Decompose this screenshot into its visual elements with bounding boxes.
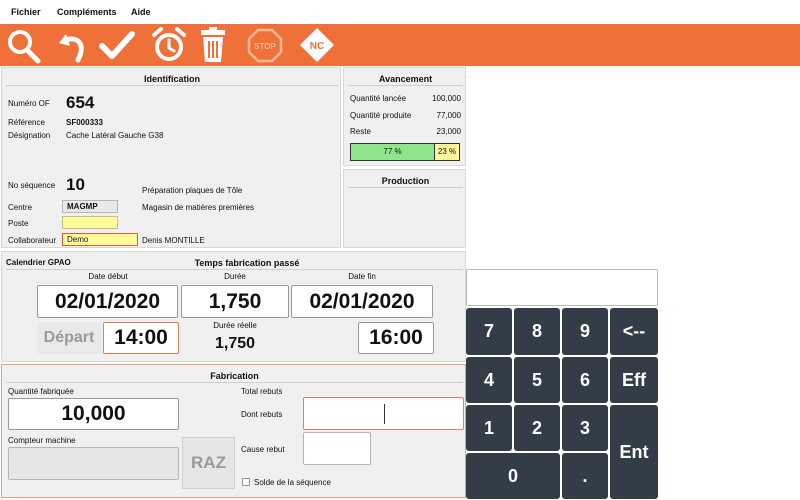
machine-counter-field[interactable]	[8, 447, 179, 480]
duration-label: Durée	[224, 272, 246, 281]
production-panel: Production	[343, 169, 466, 248]
decimal-key[interactable]: .	[562, 453, 608, 499]
collaborator-label: Collaborateur	[8, 236, 57, 245]
time-title: Temps fabrication passé	[194, 258, 300, 268]
centre-description: Magasin de matières premières	[142, 203, 255, 212]
progress-done-bar: 77 %	[350, 143, 435, 161]
centre-label: Centre	[8, 203, 33, 212]
fabrication-panel: Fabrication Quantité fabriquée 10,000 Co…	[1, 364, 466, 498]
reference-label: Référence	[8, 118, 45, 127]
key-4[interactable]: 4	[466, 357, 512, 403]
end-time-field[interactable]: 16:00	[358, 322, 434, 354]
svg-text:NC: NC	[310, 41, 324, 52]
divider	[6, 382, 463, 383]
end-date-label: Date fin	[348, 272, 376, 281]
trash-icon[interactable]	[194, 26, 232, 64]
key-3[interactable]: 3	[562, 405, 608, 451]
key-8[interactable]: 8	[514, 308, 560, 355]
nc-icon[interactable]: NC	[298, 26, 336, 64]
toolbar: STOP NC	[0, 24, 800, 66]
svg-text:STOP: STOP	[254, 42, 276, 51]
key-1[interactable]: 1	[466, 405, 512, 451]
sequence-label: No séquence	[8, 181, 56, 190]
start-time-field[interactable]: 14:00	[103, 322, 179, 354]
start-date-field[interactable]: 02/01/2020	[37, 285, 178, 318]
text-cursor	[384, 404, 385, 424]
clear-key[interactable]: Eff	[610, 357, 658, 403]
qty-launched-label: Quantité lancée	[350, 94, 407, 103]
qty-made-field[interactable]: 10,000	[8, 398, 179, 430]
machine-counter-label: Compteur machine	[8, 436, 76, 445]
divider	[348, 85, 463, 86]
key-6[interactable]: 6	[562, 357, 608, 403]
collaborator-name: Denis MONTILLE	[142, 236, 205, 245]
backspace-key[interactable]: <--	[610, 308, 658, 355]
avancement-panel: Avancement Quantité lancée 100,000 Quant…	[343, 67, 466, 166]
start-button[interactable]: Départ	[37, 322, 101, 354]
real-duration-value: 1,750	[214, 335, 256, 352]
search-icon[interactable]	[5, 26, 43, 64]
key-9[interactable]: 9	[562, 308, 608, 355]
sequence-value: 10	[66, 175, 85, 194]
duration-field[interactable]: 1,750	[181, 285, 289, 318]
remaining-label: Reste	[350, 127, 371, 136]
qty-launched-value: 100,000	[432, 94, 461, 103]
raz-button[interactable]: RAZ	[182, 437, 235, 489]
reject-cause-label: Cause rebut	[241, 445, 285, 454]
collaborator-field[interactable]: Demo	[62, 233, 138, 246]
start-date-label: Date début	[88, 272, 128, 281]
key-5[interactable]: 5	[514, 357, 560, 403]
designation-label: Désignation	[8, 131, 51, 140]
progress-remaining-bar: 23 %	[434, 143, 460, 161]
divider	[348, 187, 463, 188]
avancement-title: Avancement	[378, 74, 433, 84]
enter-key[interactable]: Ent	[610, 405, 658, 499]
of-which-rejects-label: Dont rebuts	[241, 410, 283, 419]
poste-field[interactable]	[62, 216, 118, 229]
total-rejects-label: Total rebuts	[241, 387, 283, 396]
end-date-field[interactable]: 02/01/2020	[291, 285, 433, 318]
key-7[interactable]: 7	[466, 308, 512, 355]
reject-cause-field[interactable]	[303, 432, 371, 465]
sequence-balance-label: Solde de la séquence	[254, 478, 331, 487]
production-title: Production	[381, 176, 430, 186]
qty-produced-value: 77,000	[436, 111, 461, 120]
calendar-label: Calendrier GPAO	[6, 258, 71, 267]
qty-produced-label: Quantité produite	[350, 111, 412, 120]
identification-title: Identification	[144, 74, 200, 84]
sequence-balance-checkbox[interactable]	[242, 478, 250, 486]
sequence-description: Préparation plaques de Tôle	[142, 186, 243, 195]
menu-bar: Fichier Compléments Aide	[0, 0, 800, 22]
real-duration-label: Durée réelle	[213, 321, 257, 330]
undo-icon[interactable]	[56, 26, 94, 64]
fabrication-title: Fabrication	[210, 371, 259, 381]
divider	[6, 85, 338, 86]
check-icon[interactable]	[98, 26, 136, 64]
keypad-display[interactable]	[466, 269, 658, 306]
of-number-label: Numéro OF	[8, 99, 50, 108]
qty-made-label: Quantité fabriquée	[8, 387, 74, 396]
designation-value: Cache Latéral Gauche G38	[66, 131, 164, 140]
stop-icon[interactable]: STOP	[246, 26, 284, 64]
key-0[interactable]: 0	[466, 453, 560, 499]
of-number-value: 654	[66, 93, 95, 112]
centre-field[interactable]: MAGMP	[62, 200, 118, 213]
menu-fichier[interactable]: Fichier	[11, 7, 41, 17]
poste-label: Poste	[8, 219, 29, 228]
key-2[interactable]: 2	[514, 405, 560, 451]
of-which-rejects-field[interactable]	[303, 397, 464, 430]
identification-panel: Identification Numéro OF 654 Référence S…	[1, 67, 341, 248]
remaining-value: 23,000	[436, 127, 461, 136]
alarm-clock-icon[interactable]	[150, 26, 188, 64]
time-panel: Calendrier GPAO Temps fabrication passé …	[1, 251, 466, 362]
divider	[6, 269, 463, 270]
reference-value: SF000333	[66, 118, 103, 127]
menu-complements[interactable]: Compléments	[57, 7, 117, 17]
menu-aide[interactable]: Aide	[131, 7, 151, 17]
